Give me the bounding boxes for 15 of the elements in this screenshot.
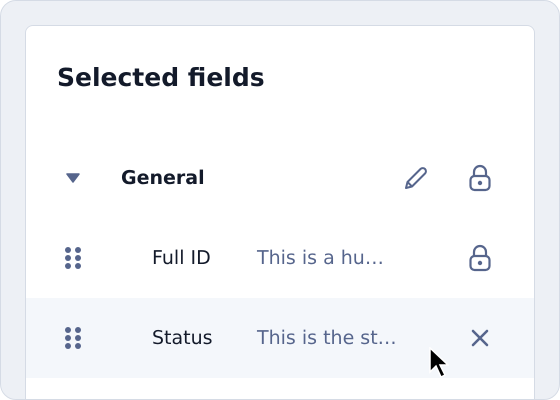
- field-name: Status: [152, 327, 214, 349]
- close-icon[interactable]: [471, 329, 489, 347]
- row-highlight[interactable]: Status This is the st…: [26, 298, 534, 378]
- lock-icon[interactable]: [469, 244, 491, 272]
- field-name: Full ID: [152, 247, 212, 269]
- field-description: This is a hu…: [257, 247, 385, 269]
- caret-icon[interactable]: [66, 173, 80, 183]
- cursor-icon: [429, 347, 449, 379]
- pencil-icon[interactable]: [403, 165, 429, 191]
- drag-handle-icon[interactable]: [65, 247, 81, 269]
- field-description: This is the st…: [257, 327, 398, 349]
- lock-icon[interactable]: [469, 164, 491, 192]
- drag-handle-icon[interactable]: [65, 327, 81, 349]
- panel-title: Selected fields: [57, 62, 266, 94]
- group-label: General: [121, 167, 206, 189]
